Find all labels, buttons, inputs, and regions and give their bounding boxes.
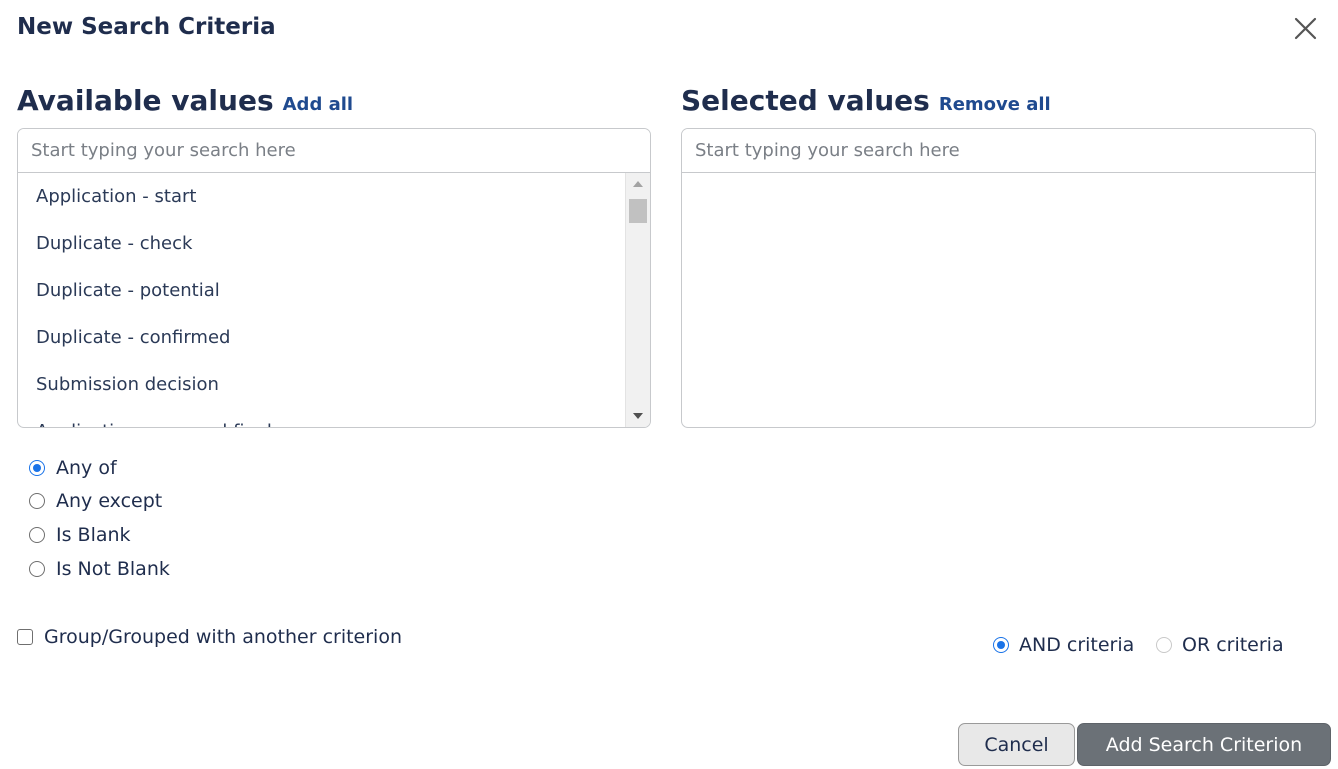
radio-any-of[interactable]: Any of xyxy=(29,457,117,479)
available-values-heading: Available values xyxy=(17,84,274,117)
add-all-link[interactable]: Add all xyxy=(283,94,353,115)
list-item[interactable]: Application approved final xyxy=(18,408,650,427)
and-radio[interactable] xyxy=(993,637,1009,653)
available-values-list: Application - start Duplicate - check Du… xyxy=(17,128,651,428)
group-checkbox-label: Group/Grouped with another criterion xyxy=(44,626,403,648)
selected-values-list xyxy=(681,128,1316,428)
group-checkbox[interactable] xyxy=(17,629,33,645)
close-icon[interactable] xyxy=(1290,14,1320,44)
or-radio[interactable] xyxy=(1156,637,1172,653)
radio-button[interactable] xyxy=(29,527,45,543)
available-items: Application - start Duplicate - check Du… xyxy=(18,173,650,427)
selected-values-header: Selected values Remove all xyxy=(681,84,1051,117)
radio-label: Any of xyxy=(56,457,117,479)
list-item[interactable]: Duplicate - confirmed xyxy=(18,314,650,361)
add-search-criterion-button[interactable]: Add Search Criterion xyxy=(1077,723,1331,766)
cancel-button[interactable]: Cancel xyxy=(958,723,1075,766)
list-item[interactable]: Application - start xyxy=(18,173,650,220)
selected-search-input[interactable] xyxy=(682,129,1315,173)
list-item[interactable]: Duplicate - potential xyxy=(18,267,650,314)
radio-label: Is Blank xyxy=(56,524,131,546)
dialog-title: New Search Criteria xyxy=(17,14,276,40)
radio-label: Any except xyxy=(56,490,163,512)
radio-is-blank[interactable]: Is Blank xyxy=(29,524,131,546)
remove-all-link[interactable]: Remove all xyxy=(939,94,1051,115)
or-criteria-option[interactable]: OR criteria xyxy=(1156,634,1284,656)
available-values-header: Available values Add all xyxy=(17,84,353,117)
selected-values-heading: Selected values xyxy=(681,84,930,117)
radio-any-except[interactable]: Any except xyxy=(29,490,162,512)
selected-items xyxy=(682,173,1315,427)
scroll-down-button[interactable] xyxy=(626,405,650,427)
radio-button[interactable] xyxy=(29,460,45,476)
radio-is-not-blank[interactable]: Is Not Blank xyxy=(29,558,170,580)
scroll-up-button[interactable] xyxy=(626,173,650,195)
list-item[interactable]: Duplicate - check xyxy=(18,220,650,267)
available-search-input[interactable] xyxy=(18,129,650,173)
and-criteria-label: AND criteria xyxy=(1019,634,1135,656)
or-criteria-label: OR criteria xyxy=(1182,634,1284,656)
list-scrollbar[interactable] xyxy=(625,173,650,427)
radio-label: Is Not Blank xyxy=(56,558,170,580)
scroll-thumb[interactable] xyxy=(629,199,647,223)
list-item[interactable]: Submission decision xyxy=(18,361,650,408)
scroll-down-icon xyxy=(633,413,643,419)
and-criteria-option[interactable]: AND criteria xyxy=(993,634,1134,656)
scroll-up-icon xyxy=(633,181,643,187)
group-criterion-row[interactable]: Group/Grouped with another criterion xyxy=(17,626,402,648)
radio-button[interactable] xyxy=(29,493,45,509)
radio-button[interactable] xyxy=(29,561,45,577)
